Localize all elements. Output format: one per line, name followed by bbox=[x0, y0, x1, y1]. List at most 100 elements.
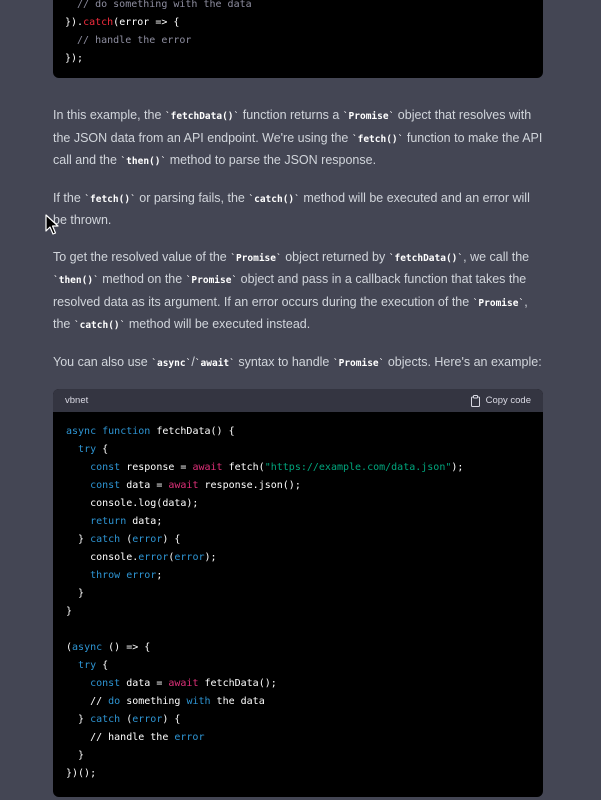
code-token: error bbox=[174, 732, 205, 743]
code-token: ) { bbox=[162, 534, 181, 545]
paragraph-text: method on the bbox=[98, 272, 186, 286]
paragraph-text: You can also use bbox=[53, 354, 152, 369]
code-token: "https://example.com/data.json" bbox=[264, 462, 452, 473]
code-token: error bbox=[132, 534, 163, 545]
code-token: // do something with the data bbox=[65, 0, 252, 10]
code-line: console.log(data); bbox=[66, 495, 530, 513]
mouse-cursor-icon bbox=[45, 214, 59, 236]
code-token: response = bbox=[120, 462, 193, 473]
code-token: the data bbox=[210, 696, 265, 707]
code-token: async bbox=[72, 642, 103, 653]
code-block: vbnet Copy code async function fetchData… bbox=[53, 389, 543, 797]
paragraph-text: method will be executed instead. bbox=[125, 317, 311, 331]
code-token: error bbox=[126, 570, 157, 581]
code-token: return bbox=[90, 516, 127, 527]
code-line: const data = await response.json(); bbox=[66, 477, 530, 495]
inline-code: Promise bbox=[186, 275, 238, 286]
code-token: })(); bbox=[66, 768, 97, 779]
inline-code: then() bbox=[53, 275, 99, 286]
code-line: (async () => { bbox=[66, 639, 530, 657]
code-token: fetchData(); bbox=[198, 678, 277, 689]
code-token: } bbox=[66, 588, 85, 599]
inline-code: await bbox=[195, 358, 235, 369]
code-line: try { bbox=[66, 657, 530, 675]
code-token: await bbox=[168, 480, 199, 491]
code-token: const bbox=[90, 480, 121, 491]
code-header: vbnet Copy code bbox=[53, 389, 543, 412]
inline-code: then() bbox=[120, 156, 166, 167]
code-token: error bbox=[132, 714, 163, 725]
code-token: catch bbox=[83, 17, 114, 28]
paragraph-text: To get the resolved value of the bbox=[53, 249, 231, 264]
code-line: const response = await fetch("https://ex… bbox=[66, 459, 530, 477]
code-token: catch bbox=[90, 714, 121, 725]
code-block-top: // do something with the data}).catch(er… bbox=[53, 0, 543, 78]
code-line: } catch (error) { bbox=[66, 531, 530, 549]
inline-code: async bbox=[151, 358, 191, 369]
copy-code-button[interactable]: Copy code bbox=[470, 394, 531, 407]
paragraph-text: syntax to handle bbox=[234, 354, 333, 369]
code-line: })(); bbox=[66, 765, 530, 783]
paragraph-text: object returned by bbox=[281, 249, 389, 264]
code-token: with bbox=[186, 696, 211, 707]
inline-code: Promise bbox=[473, 298, 525, 309]
code-token: () => { bbox=[102, 642, 151, 653]
code-token: } bbox=[66, 606, 73, 617]
inline-code: fetch() bbox=[352, 134, 404, 145]
code-line: // do something with the data bbox=[66, 693, 530, 711]
code-token: something bbox=[120, 696, 187, 707]
code-token: ; bbox=[156, 570, 163, 581]
code-token: console. bbox=[66, 552, 139, 563]
inline-code: catch() bbox=[248, 194, 300, 205]
code-line: const data = await fetchData(); bbox=[66, 675, 530, 693]
code-token: (error => { bbox=[113, 17, 180, 28]
paragraph-error-handling: If the fetch() or parsing fails, the cat… bbox=[53, 188, 543, 232]
code-line: async function fetchData() { bbox=[66, 423, 530, 441]
paragraph-text: , we call the bbox=[463, 249, 530, 264]
code-content: async function fetchData() { try { const… bbox=[66, 423, 530, 783]
code-token: await bbox=[168, 678, 199, 689]
code-token: response.json(); bbox=[198, 480, 301, 491]
code-line: } bbox=[66, 747, 530, 765]
paragraph-async-await: You can also use async/await syntax to h… bbox=[53, 352, 543, 375]
paragraph-explanation: In this example, the fetchData() functio… bbox=[53, 105, 543, 173]
code-token: ); bbox=[204, 552, 217, 563]
code-token: // handle the bbox=[66, 732, 175, 743]
code-token: ) { bbox=[162, 714, 181, 725]
code-token: data; bbox=[126, 516, 163, 527]
code-token: { bbox=[96, 660, 109, 671]
code-token: const bbox=[90, 462, 121, 473]
code-token: fetchData() { bbox=[150, 426, 235, 437]
paragraph-text: method to parse the JSON response. bbox=[166, 153, 377, 167]
code-line: return data; bbox=[66, 513, 530, 531]
code-token: }); bbox=[65, 53, 84, 64]
inline-code: Promise bbox=[333, 358, 385, 369]
code-line: } bbox=[66, 603, 530, 621]
inline-code: Promise bbox=[343, 111, 395, 122]
code-token: { bbox=[96, 444, 109, 455]
code-token: throw bbox=[90, 570, 121, 581]
code-token: await bbox=[192, 462, 223, 473]
code-token: // handle the error bbox=[65, 35, 192, 46]
code-token: try bbox=[78, 660, 97, 671]
code-token: } bbox=[66, 714, 91, 725]
code-token: } bbox=[66, 534, 91, 545]
code-token: const bbox=[90, 678, 121, 689]
code-token: data = bbox=[120, 678, 169, 689]
clipboard-icon bbox=[470, 394, 481, 407]
paragraph-text: In this example, the bbox=[53, 108, 165, 122]
paragraph-text: objects. Here's an example: bbox=[384, 354, 542, 369]
code-token: console.log(data); bbox=[66, 498, 199, 509]
code-token: ( bbox=[120, 714, 133, 725]
code-line: // handle the error bbox=[65, 32, 531, 50]
paragraph-resolved-value: To get the resolved value of the Promise… bbox=[53, 247, 543, 337]
copy-code-label: Copy code bbox=[485, 395, 531, 406]
code-content: // do something with the data}).catch(er… bbox=[65, 0, 531, 68]
paragraph-text: function returns a bbox=[239, 108, 343, 122]
paragraph-text: or parsing fails, the bbox=[135, 190, 249, 205]
code-line: // do something with the data bbox=[65, 0, 531, 14]
